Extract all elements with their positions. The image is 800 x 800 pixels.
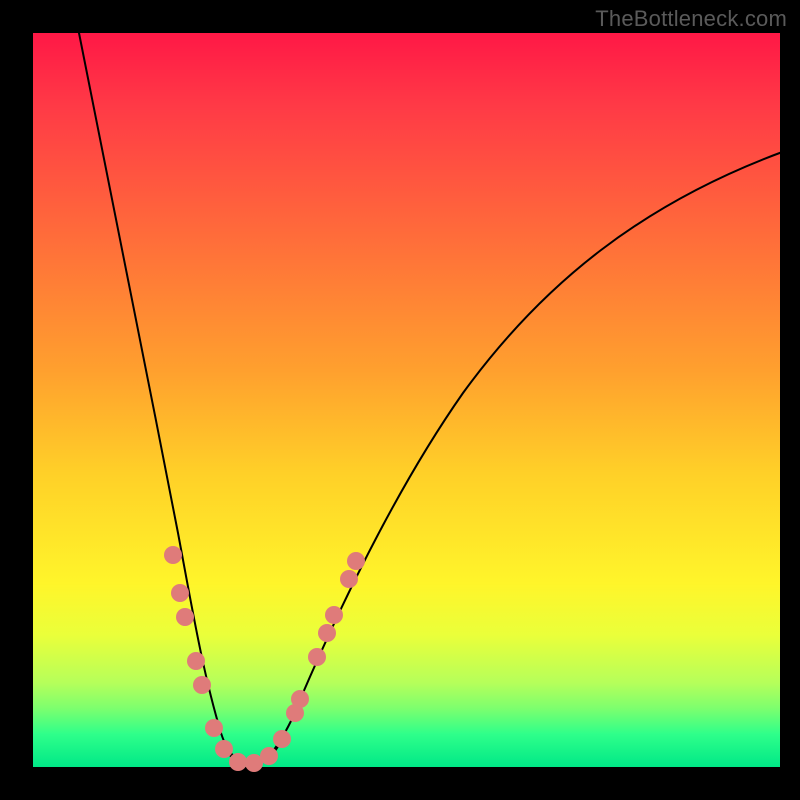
watermark-text: TheBottleneck.com <box>595 6 787 32</box>
highlight-dots <box>164 546 365 772</box>
chart-frame: TheBottleneck.com <box>0 0 800 800</box>
plot-area <box>33 33 780 767</box>
bottleneck-curve <box>33 33 780 767</box>
curve-path <box>78 28 785 763</box>
